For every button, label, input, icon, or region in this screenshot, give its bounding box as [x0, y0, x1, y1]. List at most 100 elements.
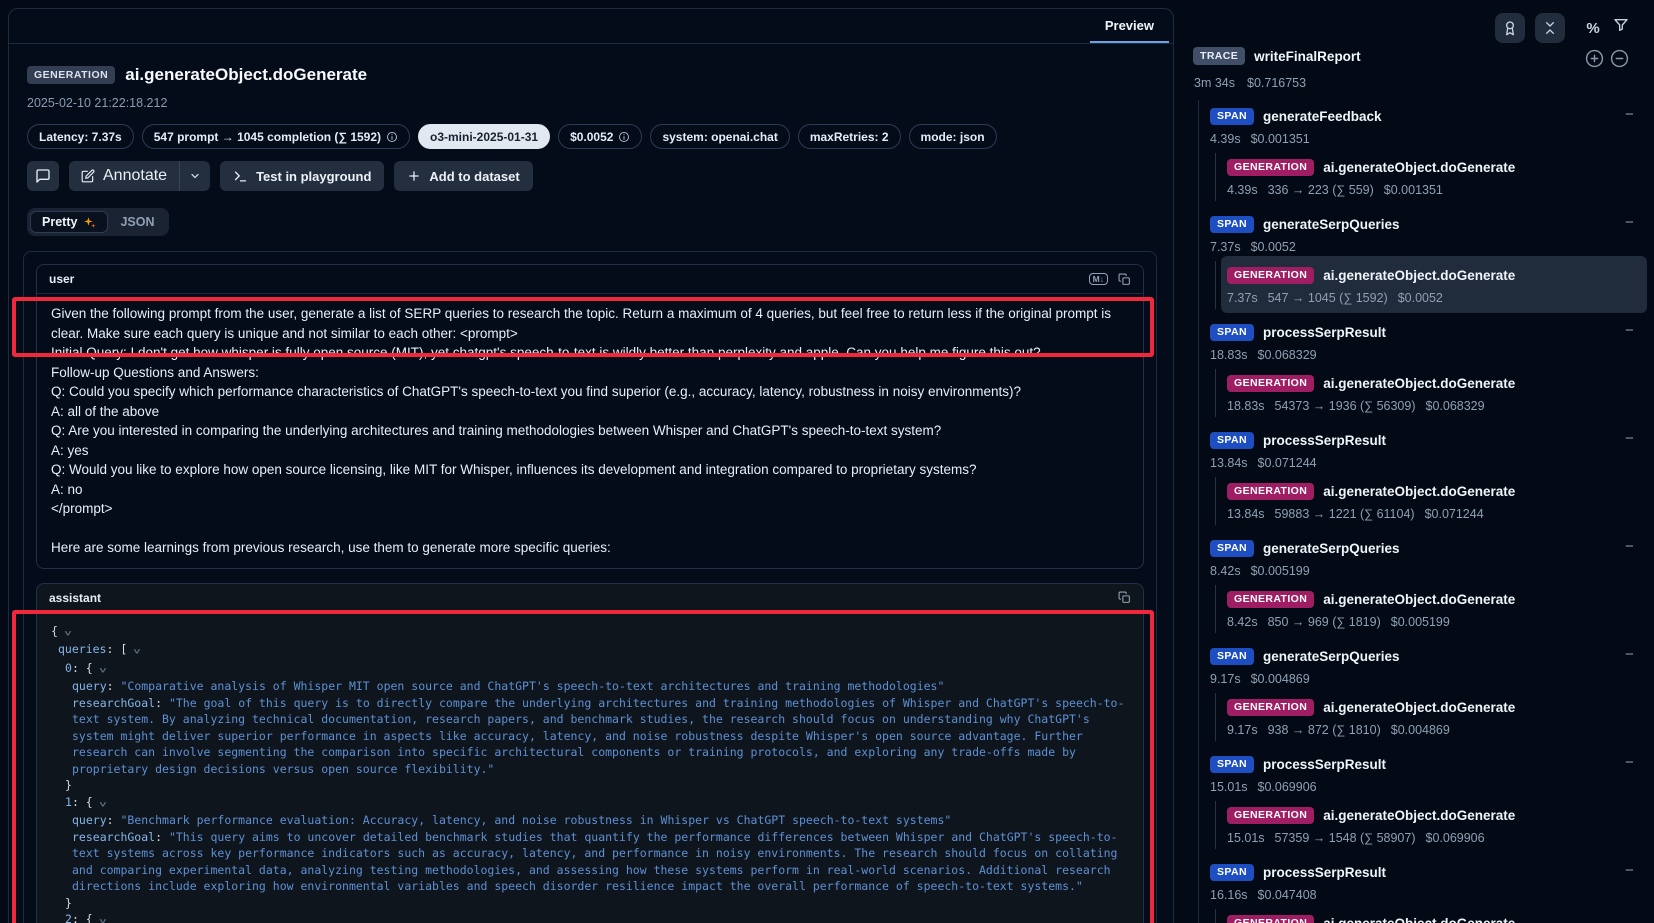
percent-metrics-button[interactable]: % [1581, 16, 1605, 40]
annotation-queue-button[interactable] [1495, 13, 1525, 43]
collapse-row-button[interactable]: − [1625, 862, 1634, 879]
annotate-dropdown-button[interactable] [179, 161, 210, 191]
code-line: 2: {> [51, 911, 1129, 923]
collapse-chevron-icon[interactable]: > [54, 630, 79, 635]
generation-cost: $0.001351 [1384, 183, 1443, 197]
span-duration: 13.84s [1210, 456, 1248, 470]
tab-preview[interactable]: Preview [1090, 9, 1169, 43]
trace-root-row[interactable]: TRACE writeFinalReport [1193, 47, 1361, 65]
generation-tokens: 850 → 969 (∑ 1819) [1268, 615, 1381, 629]
collapse-row-button[interactable]: − [1625, 214, 1634, 231]
json-punct: } [65, 778, 72, 792]
collapse-row-button[interactable]: − [1625, 106, 1634, 123]
generation-name: ai.generateObject.doGenerate [1323, 700, 1515, 715]
metric-chip: mode: json [909, 124, 997, 149]
metric-chip: 547 prompt → 1045 completion (∑ 1592) [142, 124, 410, 149]
zoom-in-button[interactable] [1585, 49, 1604, 68]
span-meta: 8.42s$0.005199 [1210, 564, 1310, 578]
metric-label: o3-mini-2025-01-31 [430, 130, 538, 144]
metric-label: mode: json [921, 130, 985, 144]
generation-row[interactable]: GENERATIONai.generateObject.doGenerate [1227, 695, 1515, 719]
percent-icon: % [1586, 20, 1599, 37]
span-meta: 13.84s $0.071244 [1210, 456, 1317, 470]
span-name: processSerpResult [1263, 865, 1386, 880]
metrics-row: Latency: 7.37s547 prompt → 1045 completi… [27, 124, 1155, 148]
message-line: Initial Query: I don't get how whisper i… [51, 343, 1129, 363]
span-duration: 18.83s [1210, 348, 1248, 362]
collapse-chevron-icon[interactable]: > [123, 649, 148, 654]
span-duration: 9.17s [1210, 672, 1241, 686]
json-string: "The goal of this query is to directly c… [72, 696, 1124, 776]
add-to-dataset-button[interactable]: Add to dataset [394, 161, 532, 191]
span-row[interactable]: SPANprocessSerpResult [1210, 428, 1386, 452]
copy-icon[interactable] [1118, 273, 1131, 286]
child-indent-guide [1215, 585, 1216, 633]
collapse-chevron-icon[interactable]: > [89, 667, 114, 672]
generation-badge: GENERATION [1227, 915, 1314, 923]
generation-row[interactable]: GENERATIONai.generateObject.doGenerate [1227, 803, 1515, 827]
info-icon[interactable] [618, 131, 630, 143]
json-key: 0 [65, 661, 72, 675]
span-badge: SPAN [1210, 108, 1254, 125]
span-row[interactable]: SPANgenerateSerpQueries [1210, 536, 1400, 560]
json-key: 1 [65, 795, 72, 809]
comment-button[interactable] [27, 161, 59, 191]
test-in-playground-button[interactable]: Test in playground [220, 161, 384, 191]
filter-button[interactable] [1613, 17, 1629, 33]
zoom-out-button[interactable] [1610, 49, 1629, 68]
collapse-chevron-icon[interactable]: > [89, 919, 114, 923]
pen-square-icon [81, 169, 95, 183]
collapse-row-button[interactable]: − [1625, 322, 1634, 339]
span-name: generateSerpQueries [1263, 541, 1400, 556]
copy-icon[interactable] [1118, 591, 1131, 604]
generation-row[interactable]: GENERATIONai.generateObject.doGenerate [1227, 371, 1515, 395]
collapse-row-button[interactable]: − [1625, 538, 1634, 555]
generation-row[interactable]: GENERATIONai.generateObject.doGenerate [1227, 263, 1515, 287]
info-icon[interactable] [386, 131, 398, 143]
message-line: A: no [51, 480, 1129, 500]
generation-row[interactable]: GENERATIONai.generateObject.doGenerate [1227, 587, 1515, 611]
generation-cost: $0.005199 [1391, 615, 1450, 629]
span-row[interactable]: SPANgenerateSerpQueries [1210, 212, 1400, 236]
trace-meta: 3m 34s $0.716753 [1194, 76, 1306, 90]
generation-type-badge: GENERATION [27, 66, 115, 84]
generation-row[interactable]: GENERATIONai.generateObject.doGenerate [1227, 479, 1515, 503]
span-cost: $0.068329 [1258, 348, 1317, 362]
collapse-all-button[interactable] [1535, 13, 1565, 43]
collapse-row-button[interactable]: − [1625, 430, 1634, 447]
annotate-button[interactable]: Annotate [69, 161, 179, 191]
span-badge: SPAN [1210, 864, 1254, 881]
collapse-row-button[interactable]: − [1625, 754, 1634, 771]
collapse-chevron-icon[interactable]: > [89, 801, 114, 806]
toggle-pretty[interactable]: Pretty [30, 211, 108, 233]
chevron-down-icon [189, 170, 201, 182]
minus-circle-icon [1610, 49, 1629, 68]
tab-bar: Preview [9, 9, 1173, 44]
span-name: generateFeedback [1263, 109, 1382, 124]
assistant-json-output: {>queries: [>0: {>query: "Comparative an… [37, 613, 1143, 923]
span-cost: $0.071244 [1258, 456, 1317, 470]
toggle-json[interactable]: JSON [108, 211, 166, 233]
generation-row[interactable]: GENERATIONai.generateObject.doGenerate [1227, 911, 1515, 923]
message-line: </prompt> [51, 499, 1129, 519]
json-key: researchGoal [72, 830, 155, 844]
span-row[interactable]: SPANprocessSerpResult [1210, 320, 1386, 344]
json-punct: : [155, 830, 169, 844]
collapse-row-button[interactable]: − [1625, 646, 1634, 663]
trace-tree-group: SPANprocessSerpResult−15.01s$0.069906GEN… [1189, 752, 1654, 860]
user-message-card: user M↓ Given the following prompt from … [36, 264, 1144, 569]
span-cost: $0.0052 [1251, 240, 1296, 254]
span-row[interactable]: SPANgenerateSerpQueries [1210, 644, 1400, 668]
json-key: query [72, 813, 107, 827]
json-punct: : [107, 813, 121, 827]
span-row[interactable]: SPAN generateFeedback [1210, 104, 1382, 128]
span-row[interactable]: SPAN processSerpResult [1210, 860, 1386, 884]
span-row[interactable]: SPANprocessSerpResult [1210, 752, 1386, 776]
message-line: Follow-up Questions and Answers: [51, 363, 1129, 383]
message-line: Given the following prompt from the user… [51, 304, 1129, 343]
markdown-toggle-icon[interactable]: M↓ [1089, 273, 1108, 286]
generation-name: ai.generateObject.doGenerate [1323, 376, 1515, 391]
metric-chip: o3-mini-2025-01-31 [418, 124, 550, 149]
generation-row[interactable]: GENERATIONai.generateObject.doGenerate [1227, 155, 1515, 179]
generation-badge: GENERATION [1227, 807, 1314, 824]
